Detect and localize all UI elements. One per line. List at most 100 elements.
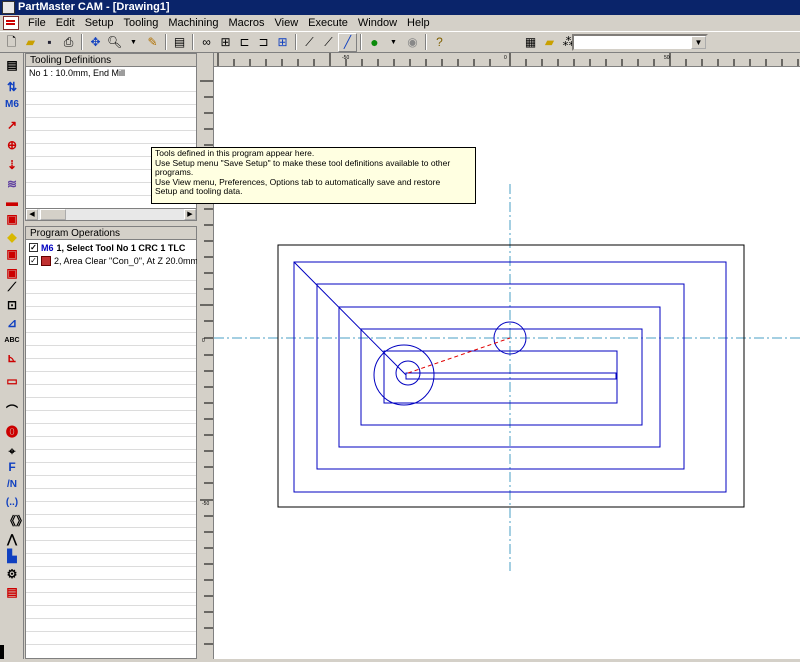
comment-icon[interactable]: 《》 <box>4 513 28 529</box>
stop-icon[interactable]: ⓿ <box>4 424 20 440</box>
window-title: PartMaster CAM - [Drawing1] <box>18 1 170 13</box>
open-folder-icon[interactable]: ▰ <box>21 33 40 52</box>
tooltip-line: Setup and tooling data. <box>155 186 243 197</box>
menu-macros[interactable]: Macros <box>223 15 269 31</box>
m6-icon[interactable]: M6 <box>4 97 20 113</box>
tooltip-line: Use Setup menu "Save Setup" to make thes… <box>155 157 451 168</box>
view-side-icon[interactable]: ⊐ <box>254 33 273 52</box>
help-icon[interactable]: ? <box>430 33 449 52</box>
dropdown-arrow-icon[interactable]: ▼ <box>384 33 403 52</box>
drill-icon[interactable]: ⇣ <box>4 157 20 173</box>
folder-icon[interactable]: ▰ <box>540 33 559 52</box>
feed-icon[interactable]: F <box>4 459 20 475</box>
chevron-down-icon[interactable]: ▼ <box>691 36 706 49</box>
save-icon[interactable]: ▪ <box>40 33 59 52</box>
scroll-left-icon[interactable]: ◀ <box>26 209 38 220</box>
horizontal-ruler-ticks: -50 0 50 <box>217 53 799 66</box>
document-icon[interactable] <box>3 16 19 30</box>
dropdown-arrow-icon[interactable]: ▼ <box>124 33 143 52</box>
tooling-panel-title: Tooling Definitions <box>26 54 196 67</box>
view-select-icon[interactable]: ⊞ <box>216 33 235 52</box>
menu-machining[interactable]: Machining <box>163 15 223 31</box>
face-mill-icon[interactable]: ▬ <box>4 194 20 210</box>
operation-row[interactable]: ✓ M6 1, Select Tool No 1 CRC 1 TLC <box>29 241 197 254</box>
bracket-icon[interactable]: (..) <box>4 495 20 511</box>
tool-list-item[interactable]: No 1 : 10.0mm, End Mill <box>29 68 125 78</box>
menu-tooling[interactable]: Tooling <box>118 15 163 31</box>
arrow-icon[interactable]: ↗ <box>4 117 20 133</box>
zoom-icon[interactable]: 🔍︎ <box>105 33 124 52</box>
toolbar-separator <box>165 34 167 50</box>
m6-tag: M6 <box>41 242 54 253</box>
profile-icon[interactable]: ◆ <box>4 229 20 245</box>
glasses-icon[interactable]: ∞ <box>197 33 216 52</box>
settings-icon[interactable]: ▦ <box>521 33 540 52</box>
axis-icon[interactable]: ⇅ <box>4 79 20 95</box>
menu-bar: File Edit Setup Tooling Machining Macros… <box>0 15 800 31</box>
toolbar-separator <box>360 34 362 50</box>
new-file-icon[interactable]: 🗋 <box>2 33 21 52</box>
ruler-left-label-0: 0 <box>202 338 205 344</box>
title-bar: PartMaster CAM - [Drawing1] <box>0 0 800 15</box>
ruler-top-label-neg50: -50 <box>342 55 349 61</box>
print-icon[interactable]: ⎙ <box>59 33 78 52</box>
edit-curve-icon[interactable]: ⟋ <box>300 33 319 52</box>
area-clear-icon <box>41 255 51 266</box>
menu-execute[interactable]: Execute <box>303 15 353 31</box>
toolpath-pass-3 <box>338 306 661 448</box>
scroll-right-icon[interactable]: ▶ <box>184 209 196 220</box>
counter-icon[interactable]: ▭ <box>4 373 20 389</box>
pocket-icon[interactable]: ▣ <box>4 211 20 227</box>
axis-angle-icon[interactable]: ⊾ <box>4 350 20 366</box>
ruler-left-label-neg50: -50 <box>202 501 209 507</box>
fixture-icon[interactable]: ▙ <box>4 548 20 564</box>
menu-help[interactable]: Help <box>402 15 435 31</box>
text-icon[interactable]: ABC <box>4 333 20 349</box>
box-icon[interactable]: ⊡ <box>4 297 20 313</box>
operations-toolbar: ▤ ⇅ M6 ↗ ⊕ ⇣ ≋ ▬ ▣ ◆ ▣ ▣ ⟋ ⊡ ⊿ ABC ⊾ ▭ ⌒… <box>0 53 28 659</box>
toolpath-pass-2 <box>316 283 685 470</box>
tool-list-icon[interactable]: ▤ <box>4 57 20 73</box>
menu-window[interactable]: Window <box>353 15 402 31</box>
circle-cross-icon[interactable]: ⊕ <box>4 137 20 153</box>
grid-icon[interactable]: ▤ <box>170 33 189 52</box>
program-operations-panel: Program Operations ✓ M6 1, Select Tool N… <box>25 226 197 659</box>
view-front-icon[interactable]: ⊏ <box>235 33 254 52</box>
line-icon[interactable]: ╱ <box>338 32 357 52</box>
toolbar-combo[interactable]: ▼ <box>572 34 708 51</box>
operation-text: 2, Area Clear "Con_0", At Z 20.0mm <box>54 255 197 266</box>
pencil-icon[interactable]: ⟋ <box>4 279 20 295</box>
pan-icon[interactable]: ✥ <box>86 33 105 52</box>
program-icon[interactable]: ▤ <box>4 584 20 600</box>
rapid-move-line <box>407 337 511 374</box>
ruler-top-label-50: 50 <box>664 55 670 61</box>
pencil-icon[interactable]: ✎ <box>143 33 162 52</box>
ops-panel-title: Program Operations <box>26 227 196 240</box>
pattern-icon[interactable]: ≋ <box>4 176 20 192</box>
green-dot-icon[interactable]: ● <box>365 33 384 52</box>
menu-file[interactable]: File <box>23 15 51 31</box>
operation-row[interactable]: ✓ 2, Area Clear "Con_0", At Z 20.0mm <box>29 254 197 267</box>
menu-edit[interactable]: Edit <box>51 15 80 31</box>
coolant-icon[interactable]: ⌒ <box>4 403 20 419</box>
scroll-thumb[interactable] <box>40 209 66 220</box>
app-window: PartMaster CAM - [Drawing1] File Edit Se… <box>0 0 800 659</box>
spindle-icon[interactable]: ⌖ <box>4 443 20 459</box>
slot-icon[interactable]: ⊿ <box>4 315 20 331</box>
operation-checkbox[interactable]: ✓ <box>29 243 38 252</box>
lightning-icon[interactable]: ⋀ <box>4 531 20 547</box>
view-top-icon[interactable]: ⊞ <box>273 33 292 52</box>
menu-view[interactable]: View <box>270 15 304 31</box>
area-clear-icon[interactable]: ▣ <box>4 246 20 262</box>
vertical-ruler: 0 -50 <box>199 53 214 659</box>
main-toolbar: 🗋 ▰ ▪ ⎙ ✥ 🔍︎ ▼ ✎ ▤ ∞ ⊞ ⊏ ⊐ ⊞ ⟋ ⟋ ╱ ● ▼ ◉… <box>0 31 800 53</box>
menu-setup[interactable]: Setup <box>80 15 119 31</box>
tooling-horizontal-scrollbar[interactable]: ◀ ▶ <box>26 208 196 220</box>
edit-shape-icon[interactable]: ⟋ <box>319 33 338 52</box>
toolbar-separator <box>81 34 83 50</box>
toolpath-pass-4 <box>360 328 643 426</box>
operation-checkbox[interactable]: ✓ <box>29 256 38 265</box>
tool-change-icon[interactable]: ⚙ <box>4 566 20 582</box>
stop-icon[interactable]: ◉ <box>403 33 422 52</box>
sequence-icon[interactable]: /N <box>4 477 20 493</box>
